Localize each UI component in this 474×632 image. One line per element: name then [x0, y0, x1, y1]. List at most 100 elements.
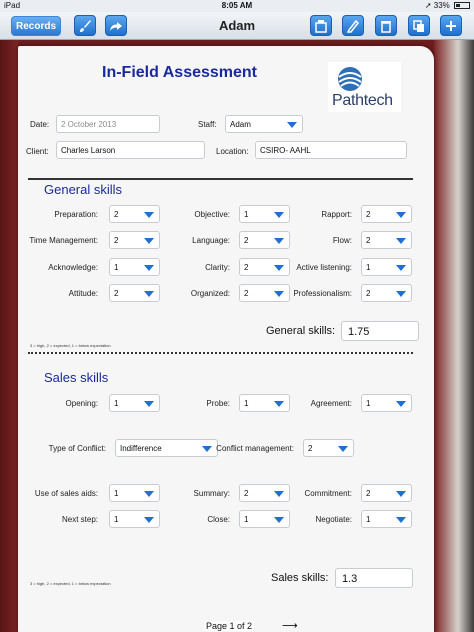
close-value: 1: [244, 515, 249, 524]
chevron-down-icon: [274, 517, 284, 523]
clarity-select[interactable]: 2: [239, 258, 290, 276]
negotiate-select[interactable]: 1: [361, 510, 412, 528]
flow-label: Flow:: [332, 236, 352, 245]
time-management-select[interactable]: 2: [109, 231, 160, 249]
language-label: Language:: [192, 236, 230, 245]
opening-label: Opening:: [65, 399, 98, 408]
location-field[interactable]: CSIRO- AAHL: [255, 141, 407, 159]
chevron-down-icon: [144, 401, 154, 407]
acknowledge-select[interactable]: 1: [109, 258, 160, 276]
chevron-down-icon: [396, 517, 406, 523]
location-label: Location:: [216, 147, 249, 156]
staff-label: Staff:: [198, 120, 217, 129]
chevron-down-icon: [287, 122, 297, 128]
agreement-select[interactable]: 1: [361, 394, 412, 412]
chevron-down-icon: [144, 517, 154, 523]
active-listening-label: Active listening:: [296, 263, 352, 272]
chevron-down-icon: [274, 401, 284, 407]
chevron-down-icon: [144, 238, 154, 244]
active-listening-value: 1: [366, 263, 371, 272]
summary-label: Summary:: [193, 489, 230, 498]
nav-bar: Records Adam: [0, 12, 474, 40]
time-management-label: Time Management:: [29, 236, 98, 245]
opening-select[interactable]: 1: [109, 394, 160, 412]
next-step-select[interactable]: 1: [109, 510, 160, 528]
commitment-select[interactable]: 2: [361, 484, 412, 502]
client-field[interactable]: Charles Larson: [56, 141, 205, 159]
summary-select[interactable]: 2: [239, 484, 290, 502]
conflict-type-value: Indifference: [120, 444, 162, 453]
share-icon[interactable]: [105, 15, 127, 36]
language-select[interactable]: 2: [239, 231, 290, 249]
objective-label: Objective:: [194, 210, 230, 219]
professionalism-value: 2: [366, 289, 371, 298]
probe-select[interactable]: 1: [239, 394, 290, 412]
negotiate-label: Negotiate:: [315, 515, 352, 524]
acknowledge-value: 1: [114, 263, 119, 272]
chevron-down-icon: [144, 291, 154, 297]
chevron-down-icon: [396, 291, 406, 297]
chevron-down-icon: [274, 491, 284, 497]
organized-value: 2: [244, 289, 249, 298]
rapport-value: 2: [366, 210, 371, 219]
logo-wordmark: Pathtech: [332, 92, 393, 109]
rapport-select[interactable]: 2: [361, 205, 412, 223]
conflict-type-label: Type of Conflict:: [48, 444, 106, 453]
copy-icon[interactable]: [408, 15, 430, 36]
staff-select[interactable]: Adam: [225, 115, 303, 133]
backdrop-left: [0, 40, 18, 632]
clarity-value: 2: [244, 263, 249, 272]
battery-percent: 33%: [433, 1, 450, 10]
conflict-management-select[interactable]: 2: [303, 439, 354, 457]
sales-aids-value: 1: [114, 489, 119, 498]
preparation-value: 2: [114, 210, 119, 219]
agreement-value: 1: [366, 399, 371, 408]
chevron-down-icon: [396, 238, 406, 244]
chevron-down-icon: [144, 491, 154, 497]
preparation-label: Preparation:: [54, 210, 98, 219]
plus-icon: [446, 20, 456, 31]
chevron-down-icon: [144, 265, 154, 271]
add-record-button[interactable]: [440, 15, 462, 36]
pen-icon[interactable]: [342, 15, 364, 36]
chevron-down-icon: [274, 265, 284, 271]
professionalism-select[interactable]: 2: [361, 284, 412, 302]
summary-value: 2: [244, 489, 249, 498]
rapport-label: Rapport:: [321, 210, 352, 219]
conflict-management-label: Conflict management:: [216, 444, 294, 453]
preparation-select[interactable]: 2: [109, 205, 160, 223]
attitude-select[interactable]: 2: [109, 284, 160, 302]
time-management-value: 2: [114, 236, 119, 245]
section-divider: [28, 352, 413, 354]
commitment-label: Commitment:: [304, 489, 352, 498]
organized-select[interactable]: 2: [239, 284, 290, 302]
general-skills-total: 1.75: [341, 321, 419, 341]
form-title: In-Field Assessment: [102, 64, 258, 81]
negotiate-value: 1: [366, 515, 371, 524]
objective-select[interactable]: 1: [239, 205, 290, 223]
battery-icon: [454, 2, 470, 9]
active-listening-select[interactable]: 1: [361, 258, 412, 276]
close-select[interactable]: 1: [239, 510, 290, 528]
trash-icon[interactable]: [375, 15, 397, 36]
flow-select[interactable]: 2: [361, 231, 412, 249]
sales-aids-select[interactable]: 1: [109, 484, 160, 502]
conflict-type-select[interactable]: Indifference: [115, 439, 218, 457]
clarity-label: Clarity:: [205, 263, 230, 272]
date-field[interactable]: 2 October 2013: [56, 115, 160, 133]
close-label: Close:: [207, 515, 230, 524]
company-logo: Pathtech: [328, 62, 401, 112]
chevron-down-icon: [202, 446, 212, 452]
commitment-value: 2: [366, 489, 371, 498]
client-label: Client:: [26, 147, 49, 156]
chevron-down-icon: [274, 212, 284, 218]
scale-footnote: 3 = high, 2 = expected, 1 = below expect…: [30, 343, 111, 348]
folder-icon[interactable]: [310, 15, 332, 36]
section-divider: [28, 178, 413, 180]
records-button[interactable]: Records: [11, 16, 61, 36]
general-skills-total-label: General skills:: [266, 325, 336, 337]
opening-value: 1: [114, 399, 119, 408]
next-page-arrow-icon[interactable]: ⟶: [282, 619, 298, 632]
chevron-down-icon: [144, 212, 154, 218]
paintbrush-icon[interactable]: [74, 15, 96, 36]
